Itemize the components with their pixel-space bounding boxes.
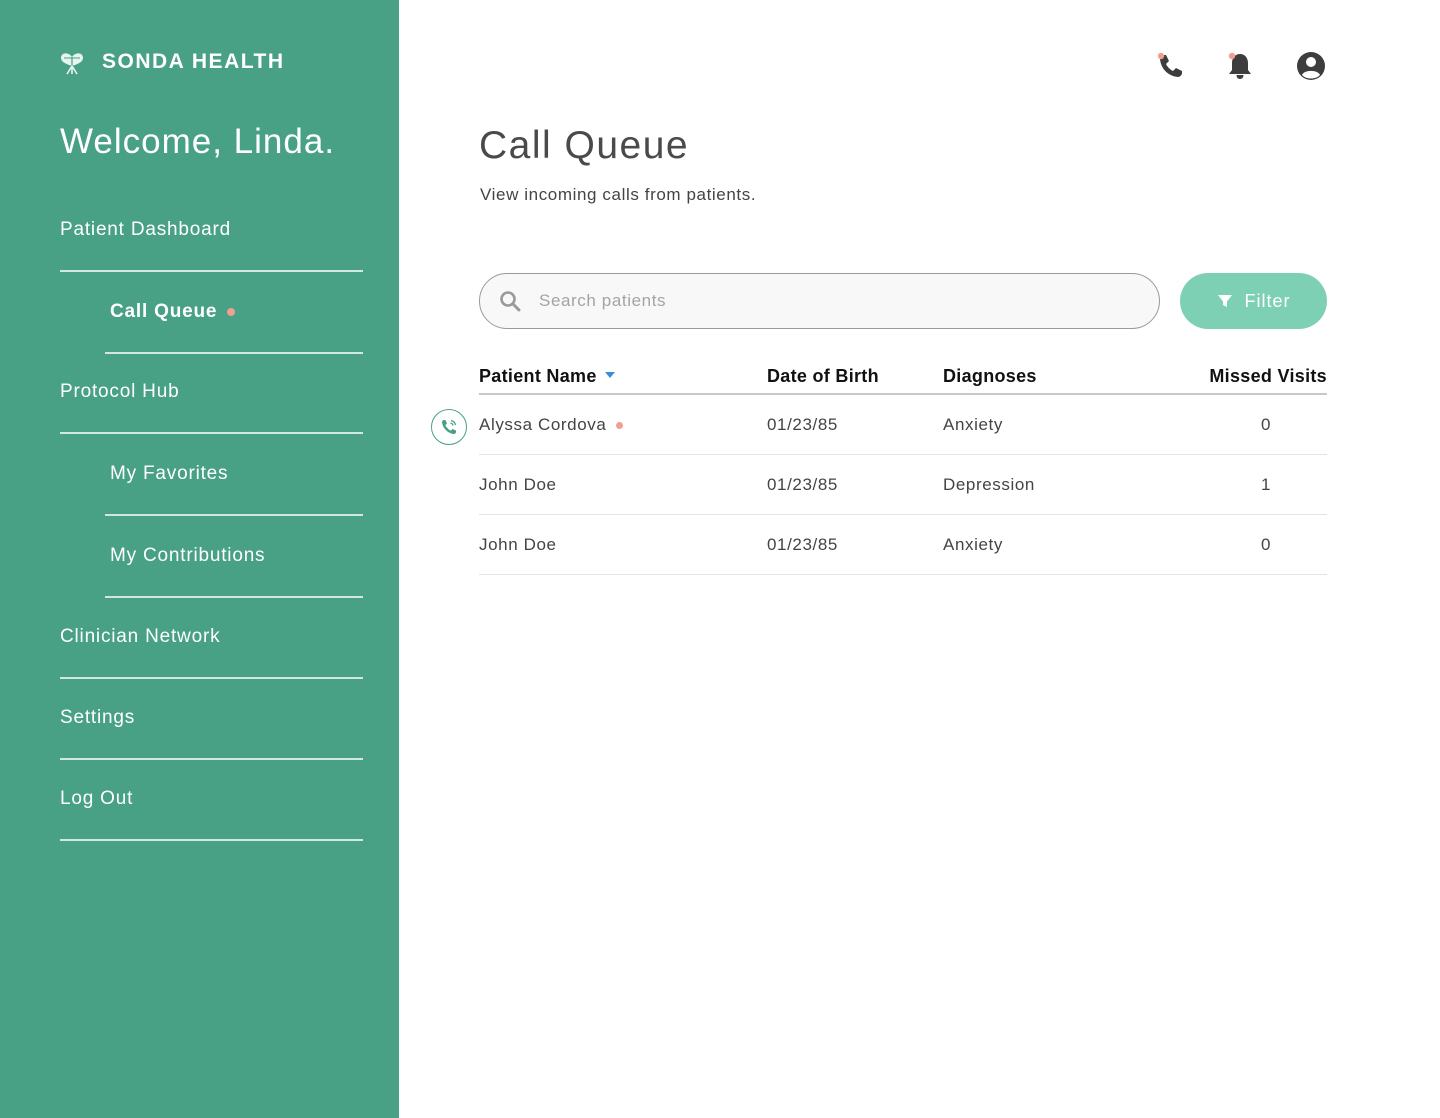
sidebar-item-label: Log Out — [60, 788, 134, 809]
patient-name: John Doe — [479, 535, 557, 554]
incoming-call-button[interactable] — [431, 409, 467, 445]
brand[interactable]: SONDA HEALTH — [58, 48, 285, 76]
sidebar-item-protocol-hub[interactable]: Protocol Hub — [60, 352, 363, 434]
patient-diagnosis: Anxiety — [943, 535, 1003, 554]
page-title: Call Queue — [479, 124, 690, 167]
patient-missed-visits: 1 — [1260, 475, 1272, 494]
brand-name: SONDA HEALTH — [102, 50, 285, 73]
sidebar-item-patient-dashboard[interactable]: Patient Dashboard — [60, 190, 363, 272]
welcome-heading: Welcome, Linda. — [60, 122, 336, 161]
search-icon — [500, 291, 521, 312]
sidebar-item-label: My Favorites — [110, 463, 229, 484]
sidebar-item-label: Patient Dashboard — [60, 219, 231, 240]
patient-name: Alyssa Cordova — [479, 415, 607, 434]
sidebar-item-settings[interactable]: Settings — [60, 678, 363, 760]
page-subtitle: View incoming calls from patients. — [480, 185, 757, 204]
sidebar: SONDA HEALTH Welcome, Linda. Patient Das… — [0, 0, 399, 1118]
sidebar-item-label: Clinician Network — [60, 626, 221, 647]
filter-button[interactable]: Filter — [1180, 273, 1327, 329]
sidebar-item-label: Call Queue — [110, 301, 218, 322]
sort-arrow-icon — [604, 372, 615, 379]
sidebar-item-label: Protocol Hub — [60, 381, 180, 402]
phone-icon[interactable] — [1155, 50, 1187, 82]
patient-dob: 01/23/85 — [767, 415, 838, 434]
sidebar-item-label: Settings — [60, 707, 136, 728]
phone-ringing-icon — [442, 419, 457, 434]
filter-icon — [1217, 295, 1232, 307]
column-header-dob[interactable]: Date of Birth — [767, 366, 879, 387]
column-header-diagnoses[interactable]: Diagnoses — [943, 366, 1037, 387]
table-row[interactable]: John Doe 01/23/85 Depression 1 — [479, 455, 1327, 515]
sidebar-item-clinician-network[interactable]: Clinician Network — [60, 597, 363, 679]
sidebar-item-my-favorites[interactable]: My Favorites — [105, 434, 363, 516]
filter-label: Filter — [1244, 290, 1291, 311]
account-icon[interactable] — [1295, 50, 1327, 82]
patient-name: John Doe — [479, 475, 557, 494]
column-header-patient-name[interactable]: Patient Name — [479, 366, 615, 387]
table-row[interactable]: John Doe 01/23/85 Anxiety 0 — [479, 515, 1327, 575]
patient-dob: 01/23/85 — [767, 535, 838, 554]
sidebar-item-my-contributions[interactable]: My Contributions — [105, 516, 363, 598]
table-header: Patient Name Date of Birth Diagnoses Mis… — [479, 366, 1327, 395]
patient-diagnosis: Depression — [943, 475, 1035, 494]
column-header-missed-visits[interactable]: Missed Visits — [1209, 366, 1327, 387]
sidebar-item-label: My Contributions — [110, 545, 266, 566]
patient-diagnosis: Anxiety — [943, 415, 1003, 434]
patient-dob: 01/23/85 — [767, 475, 838, 494]
patient-missed-visits: 0 — [1260, 535, 1272, 554]
patient-missed-visits: 0 — [1260, 415, 1272, 434]
sidebar-item-log-out[interactable]: Log Out — [60, 759, 363, 841]
table-row[interactable]: Alyssa Cordova 01/23/85 Anxiety 0 — [479, 395, 1327, 455]
sidebar-item-call-queue[interactable]: Call Queue — [105, 272, 363, 354]
notification-dot — [227, 308, 236, 316]
notification-dot — [616, 422, 624, 430]
search-bar[interactable] — [479, 273, 1160, 329]
search-input[interactable] — [539, 291, 1099, 311]
heart-logo-icon — [61, 53, 83, 75]
bell-icon[interactable] — [1224, 50, 1256, 82]
